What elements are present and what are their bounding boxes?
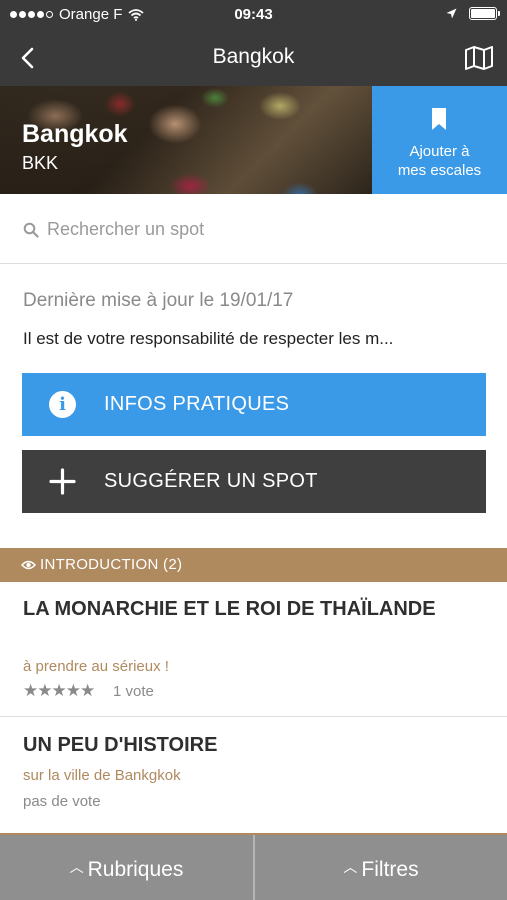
status-right: [446, 7, 500, 20]
chevron-up-icon: ︿: [69, 859, 84, 875]
info-icon: i: [49, 391, 76, 418]
add-to-stops-line2: mes escales: [397, 162, 482, 179]
list-item[interactable]: UN PEU D'HISTOIRE sur la ville de Bankgk…: [0, 718, 507, 833]
last-updated-text: Dernière mise à jour le 19/01/17: [23, 290, 294, 311]
chevron-up-icon: ︿: [343, 859, 358, 875]
search-input[interactable]: [47, 217, 467, 241]
nav-bar: Bangkok: [0, 30, 507, 86]
vote-count: 1 vote: [113, 683, 154, 700]
section-header-introduction[interactable]: INTRODUCTION (2): [0, 548, 507, 582]
suggest-spot-label: SUGGÉRER UN SPOT: [104, 470, 318, 492]
add-to-stops-button[interactable]: Ajouter à mes escales: [372, 86, 507, 194]
plus-icon: [49, 468, 76, 495]
disclaimer-text[interactable]: Il est de votre responsabilité de respec…: [23, 329, 393, 349]
status-time: 09:43: [234, 6, 273, 23]
eye-icon: [21, 560, 36, 570]
filtres-button[interactable]: ︿ Filtres: [255, 835, 507, 900]
hero-city-name: Bangkok: [22, 120, 128, 148]
city-hero-image: Bangkok BKK: [0, 86, 372, 194]
search-bar[interactable]: [0, 194, 507, 264]
bottom-bar: ︿ Rubriques ︿ Filtres: [0, 833, 507, 900]
rubriques-button[interactable]: ︿ Rubriques: [0, 835, 253, 900]
search-icon: [23, 222, 39, 238]
item-subtitle: sur la ville de Bankgkok: [23, 767, 181, 784]
item-subtitle: à prendre au sérieux !: [23, 658, 169, 675]
practical-info-button[interactable]: i INFOS PRATIQUES: [22, 373, 486, 436]
battery-icon: [469, 7, 500, 20]
rubriques-label: Rubriques: [87, 858, 184, 881]
status-bar: Orange F 09:43: [0, 0, 507, 30]
vote-count: pas de vote: [23, 793, 101, 810]
list-item[interactable]: LA MONARCHIE ET LE ROI DE THAÏLANDE à pr…: [0, 582, 507, 717]
section-label: INTRODUCTION (2): [40, 556, 183, 573]
hero-city-code: BKK: [22, 153, 59, 173]
practical-info-label: INFOS PRATIQUES: [104, 393, 290, 415]
suggest-spot-button[interactable]: SUGGÉRER UN SPOT: [22, 450, 486, 513]
add-to-stops-line1: Ajouter à: [409, 143, 470, 160]
add-to-stops-label: Ajouter à mes escales: [372, 142, 507, 180]
page-title: Bangkok: [212, 45, 295, 68]
item-title: UN PEU D'HISTOIRE: [23, 734, 218, 756]
item-title: LA MONARCHIE ET LE ROI DE THAÏLANDE: [23, 598, 436, 620]
map-icon[interactable]: [463, 44, 495, 72]
location-arrow-icon: [446, 8, 457, 19]
star-rating-icon: ★★★★★: [23, 681, 95, 700]
filtres-label: Filtres: [361, 858, 419, 881]
bookmark-icon: [432, 108, 446, 130]
